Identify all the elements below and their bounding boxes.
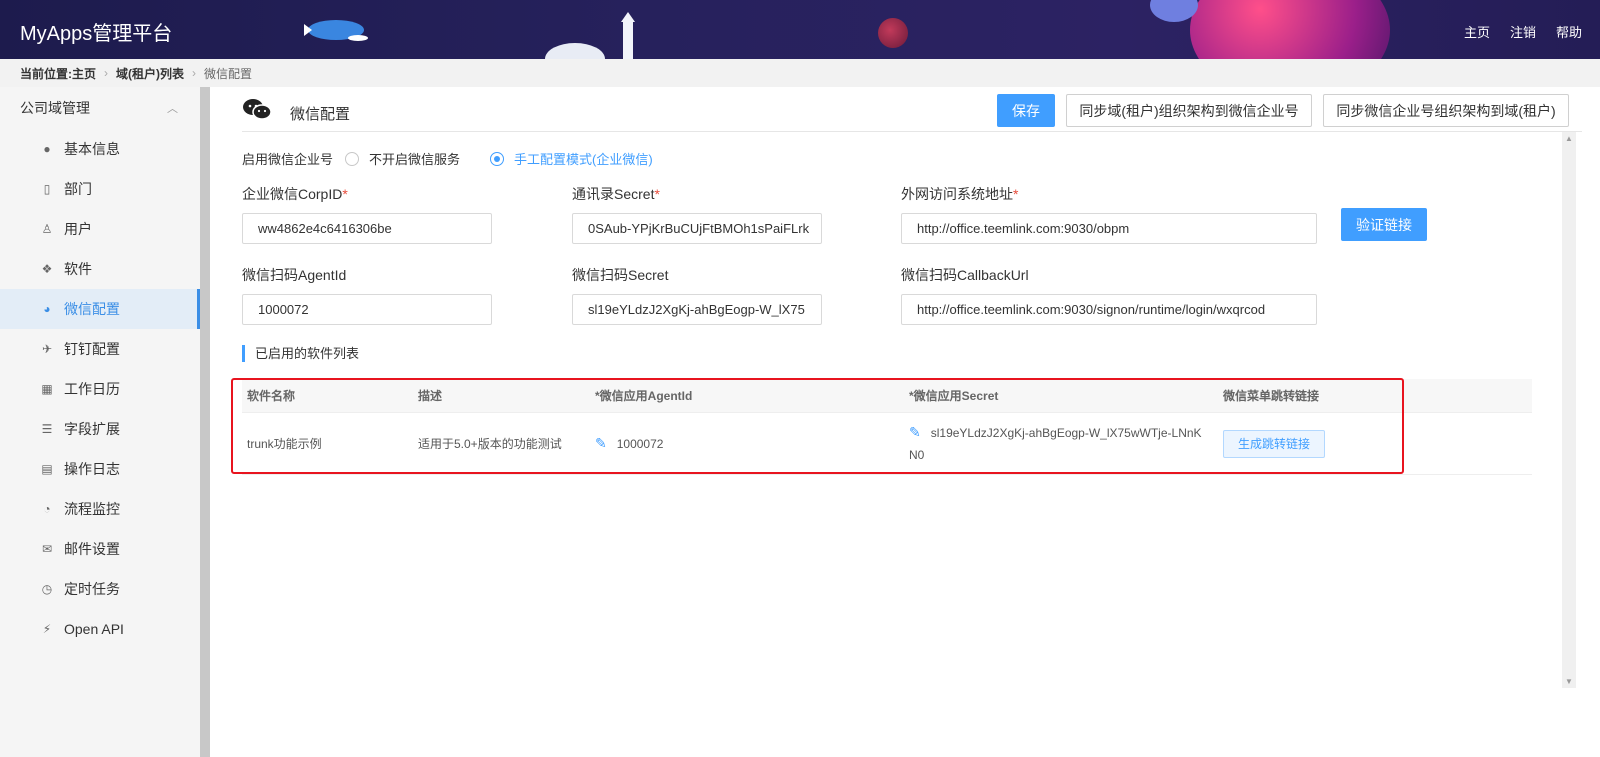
corpid-input[interactable]: ww4862e4c6416306be	[242, 213, 492, 244]
sliders-icon: ☰	[41, 422, 53, 436]
chevron-up-icon: ︿	[167, 103, 178, 115]
enable-wechat-row: 启用微信企业号 不开启微信服务 手工配置模式(企业微信)	[242, 149, 653, 168]
scan-secret-input[interactable]: sl19eYLdzJ2XgKj-ahBgEogp-W_lX75	[572, 294, 822, 325]
breadcrumb-prefix: 当前位置:	[20, 66, 72, 81]
sidebar-item-user[interactable]: ♙ 用户	[0, 209, 200, 249]
generate-link-button[interactable]: 生成跳转链接	[1223, 429, 1326, 458]
breadcrumb-sep-icon: ›	[192, 66, 197, 80]
radio-manual-label[interactable]: 手工配置模式(企业微信)	[514, 149, 653, 168]
info-icon: ●	[43, 142, 51, 156]
plug-icon: ⚡	[42, 622, 52, 636]
radio-off-label[interactable]: 不开启微信服务	[369, 149, 460, 168]
sidebar-item-wechat[interactable]: ◕ 微信配置	[0, 289, 200, 329]
breadcrumb-sep-icon: ›	[104, 66, 109, 80]
content-scrollbar[interactable]: ▲ ▼	[1562, 132, 1576, 688]
wechat-icon: ◕	[43, 302, 51, 316]
sidebar-item-software[interactable]: ❖ 软件	[0, 249, 200, 289]
callback-input[interactable]: http://office.teemlink.com:9030/signon/r…	[901, 294, 1317, 325]
sidebar-item-scheduled[interactable]: ◷ 定时任务	[0, 569, 200, 609]
row-agentid[interactable]: 1000072	[617, 437, 664, 451]
sync-from-wechat-button[interactable]: 同步微信企业号组织架构到域(租户)	[1323, 94, 1569, 127]
enable-label: 启用微信企业号	[242, 152, 334, 167]
sidebar-item-openapi[interactable]: ⚡ Open API	[0, 609, 200, 649]
plane-icon: ✈	[41, 342, 53, 356]
sidebar-item-flow-monitor[interactable]: ◔ 流程监控	[0, 489, 200, 529]
sidebar-item-mail[interactable]: ✉ 邮件设置	[0, 529, 200, 569]
breadcrumb: 当前位置: 主页 › 域(租户)列表 › 微信配置	[0, 59, 1600, 87]
scroll-up-icon[interactable]: ▲	[1565, 134, 1573, 143]
sidebar-group-company[interactable]: 公司域管理 ︿	[0, 87, 200, 129]
sidebar: 公司域管理 ︿ ● 基本信息 ▯ 部门 ♙ 用户 ❖ 软件 ◕ 微信配置 ✈ 钉钉配置 ▦ 工…	[0, 87, 200, 757]
breadcrumb-current: 微信配置	[204, 66, 253, 81]
sidebar-item-department[interactable]: ▯ 部门	[0, 169, 200, 209]
log-icon: ▤	[41, 462, 53, 476]
big-planet-decoration	[1190, 0, 1390, 59]
calendar-icon: ▦	[41, 382, 53, 396]
nav-help[interactable]: 帮助	[1556, 22, 1582, 41]
sidebar-item-dingtalk[interactable]: ✈ 钉钉配置	[0, 329, 200, 369]
contact-secret-input[interactable]: 0SAub-YPjKrBuCUjFtBMOh1sPaiFLrk	[572, 213, 822, 244]
lighthouse-decoration	[545, 12, 635, 59]
nav-home[interactable]: 主页	[1464, 22, 1490, 41]
radio-manual[interactable]	[490, 151, 505, 166]
agentid-field: 微信扫码AgentId 1000072	[242, 265, 492, 325]
contact-secret-field: 通讯录Secret* 0SAub-YPjKrBuCUjFtBMOh1sPaiFL…	[572, 184, 822, 244]
sync-to-wechat-button[interactable]: 同步域(租户)组织架构到微信企业号	[1066, 94, 1312, 127]
sidebar-item-field-ext[interactable]: ☰ 字段扩展	[0, 409, 200, 449]
section-title: 已启用的软件列表	[242, 345, 359, 362]
user-icon: ♙	[41, 222, 53, 236]
verify-link-button[interactable]: 验证链接	[1341, 208, 1427, 241]
main-content: 微信配置 保存 同步域(租户)组织架构到微信企业号 同步微信企业号组织架构到域(…	[242, 87, 1582, 757]
external-url-field: 外网访问系统地址* http://office.teemlink.com:903…	[901, 184, 1317, 244]
planet-decoration	[878, 18, 908, 48]
table-header: 软件名称 描述 *微信应用AgentId *微信应用Secret 微信菜单跳转链…	[242, 379, 1532, 413]
app-logo[interactable]: MyApps管理平台	[20, 17, 172, 46]
mail-icon: ✉	[41, 542, 53, 556]
table-row: trunk功能示例 适用于5.0+版本的功能测试 ✎ 1000072 ✎ sl19…	[242, 413, 1532, 475]
building-icon: ▯	[43, 182, 51, 196]
external-url-input[interactable]: http://office.teemlink.com:9030/obpm	[901, 213, 1317, 244]
edit-pencil-icon[interactable]: ✎	[909, 424, 921, 440]
sidebar-group-label: 公司域管理	[20, 100, 90, 116]
clock-icon: ◷	[41, 582, 53, 596]
sidebar-scrollbar[interactable]	[200, 87, 210, 757]
edit-pencil-icon[interactable]: ✎	[595, 435, 607, 452]
breadcrumb-home[interactable]: 主页	[72, 65, 96, 82]
blimp-decoration	[304, 20, 368, 41]
sidebar-item-basic-info[interactable]: ● 基本信息	[0, 129, 200, 169]
row-secret[interactable]: sl19eYLdzJ2XgKj-ahBgEogp-W_lX75wWTje-LNn…	[909, 426, 1202, 462]
callback-field: 微信扫码CallbackUrl http://office.teemlink.c…	[901, 265, 1317, 325]
page-title: 微信配置	[290, 106, 351, 123]
wechat-icon	[242, 97, 272, 127]
scan-secret-field: 微信扫码Secret sl19eYLdzJ2XgKj-ahBgEogp-W_lX…	[572, 265, 822, 325]
breadcrumb-tenant-list[interactable]: 域(租户)列表	[116, 65, 184, 82]
nav-logout[interactable]: 注销	[1510, 22, 1536, 41]
agentid-input[interactable]: 1000072	[242, 294, 492, 325]
scroll-down-icon[interactable]: ▼	[1565, 677, 1573, 686]
corpid-field: 企业微信CorpID* ww4862e4c6416306be	[242, 184, 492, 244]
cubes-icon: ❖	[41, 262, 53, 276]
save-button[interactable]: 保存	[997, 94, 1055, 127]
radio-off[interactable]	[345, 151, 360, 166]
top-header: MyApps管理平台 主页 注销 帮助	[0, 0, 1600, 59]
dashboard-icon: ◔	[43, 502, 51, 516]
software-table: 软件名称 描述 *微信应用AgentId *微信应用Secret 微信菜单跳转链…	[242, 379, 1532, 475]
sidebar-item-calendar[interactable]: ▦ 工作日历	[0, 369, 200, 409]
sidebar-item-op-log[interactable]: ▤ 操作日志	[0, 449, 200, 489]
